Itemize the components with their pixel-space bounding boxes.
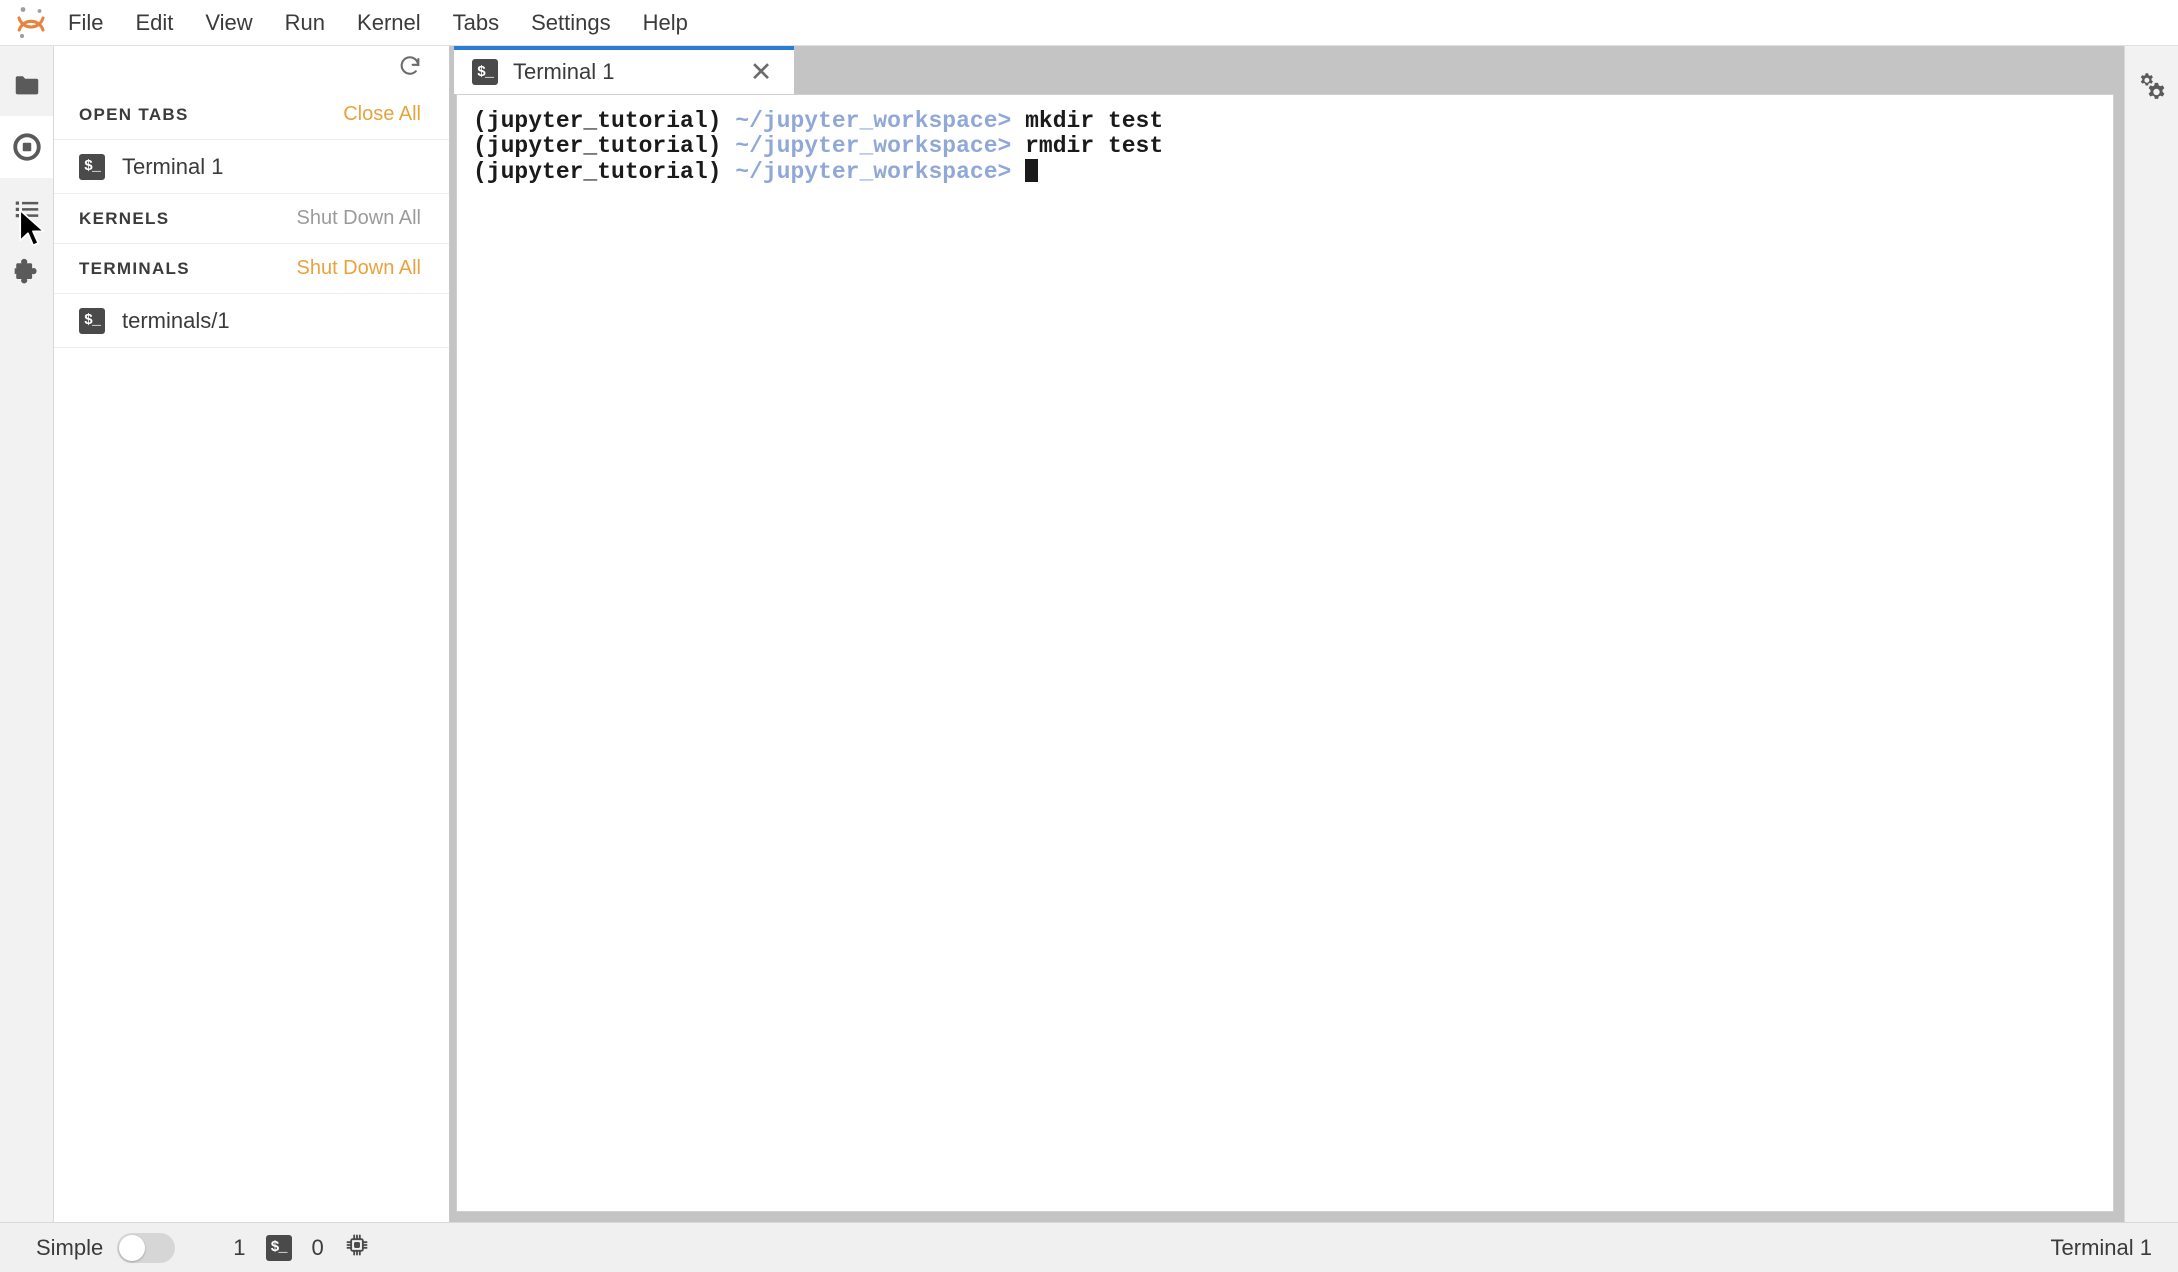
tab-label: Terminal 1 — [513, 59, 614, 85]
close-icon[interactable]: ✕ — [744, 55, 778, 89]
gears-icon — [2136, 69, 2168, 101]
menu-item-tabs[interactable]: Tabs — [437, 6, 515, 40]
section-title-kernels: Kernels — [79, 209, 169, 229]
running-sessions-panel: Open Tabs Close All $_ Terminal 1 Kernel… — [54, 46, 450, 1222]
list-item-label: Terminal 1 — [122, 154, 223, 180]
terminal-icon: $_ — [79, 308, 105, 334]
terminal-icon: $_ — [79, 154, 105, 180]
list-item[interactable]: $_ terminals/1 — [54, 294, 449, 348]
dock-area: $_ Terminal 1 ✕ (jupyter_tutorial) ~/jup… — [450, 46, 2124, 1222]
tab-terminal-1[interactable]: $_ Terminal 1 ✕ — [454, 46, 794, 94]
terminal-line: (jupyter_tutorial) ~/jupyter_workspace> — [473, 159, 2113, 185]
terminal-session-count: 1 — [233, 1235, 245, 1261]
simple-mode-label: Simple — [36, 1235, 103, 1261]
sidebar-item-running-sessions[interactable] — [0, 116, 53, 178]
kernel-session-count: 0 — [312, 1235, 324, 1261]
terminal-prompt-env: (jupyter_tutorial) — [473, 159, 721, 185]
terminal-icon: $_ — [472, 59, 498, 85]
menu-item-file[interactable]: File — [52, 6, 119, 40]
terminal-line: (jupyter_tutorial) ~/jupyter_workspace> … — [473, 134, 2113, 159]
sidepanel-empty-space — [54, 348, 449, 1222]
shut-down-all-terminals-button[interactable]: Shut Down All — [296, 257, 421, 280]
puzzle-piece-icon — [11, 256, 42, 287]
status-bar-right-label: Terminal 1 — [2051, 1235, 2152, 1261]
menu-item-settings[interactable]: Settings — [515, 6, 627, 40]
sidebar-item-extension-manager[interactable] — [0, 240, 53, 302]
terminal-screen[interactable]: (jupyter_tutorial) ~/jupyter_workspace> … — [457, 95, 2113, 1211]
sidebar-item-property-inspector[interactable] — [2125, 54, 2178, 116]
folder-icon — [12, 70, 42, 100]
list-item[interactable]: $_ Terminal 1 — [54, 140, 449, 194]
status-bar: Simple 1 $_ 0 Terminal 1 — [0, 1222, 2178, 1272]
list-icon — [12, 194, 42, 224]
section-header-kernels: Kernels Shut Down All — [54, 194, 449, 244]
simple-mode-toggle[interactable] — [117, 1233, 175, 1263]
toggle-knob — [119, 1235, 145, 1261]
list-item-label: terminals/1 — [122, 308, 230, 334]
refresh-button[interactable] — [393, 51, 427, 85]
menu-item-run[interactable]: Run — [269, 6, 341, 40]
jupyter-logo-icon — [10, 2, 52, 44]
close-all-button[interactable]: Close All — [343, 103, 421, 126]
status-kernel-icon-button[interactable] — [344, 1232, 370, 1263]
terminal-icon: $_ — [266, 1235, 292, 1261]
terminal-command: rmdir test — [1025, 133, 1163, 159]
refresh-icon — [397, 53, 423, 84]
section-title-terminals: Terminals — [79, 259, 190, 279]
terminal-cursor — [1025, 159, 1038, 182]
menu-item-kernel[interactable]: Kernel — [341, 6, 437, 40]
tab-bar: $_ Terminal 1 ✕ — [450, 46, 2124, 94]
section-title-open-tabs: Open Tabs — [79, 105, 189, 125]
terminal-prompt-path: ~/jupyter_workspace> — [735, 159, 1011, 185]
terminal-prompt-env: (jupyter_tutorial) — [473, 133, 721, 159]
menu-item-edit[interactable]: Edit — [119, 6, 189, 40]
sidepanel-toolbar — [54, 46, 449, 90]
terminal-line: (jupyter_tutorial) ~/jupyter_workspace> … — [473, 109, 2113, 134]
terminal-panel: (jupyter_tutorial) ~/jupyter_workspace> … — [456, 94, 2114, 1212]
section-header-terminals: Terminals Shut Down All — [54, 244, 449, 294]
jupyterlab-window: File Edit View Run Kernel Tabs Settings … — [0, 0, 2178, 1272]
shut-down-all-kernels-button[interactable]: Shut Down All — [296, 207, 421, 230]
main-body: Open Tabs Close All $_ Terminal 1 Kernel… — [0, 46, 2178, 1222]
terminal-command: mkdir test — [1025, 108, 1163, 134]
running-sessions-icon — [12, 132, 42, 162]
status-bar-left: Simple 1 $_ 0 — [36, 1232, 374, 1263]
cpu-chip-icon — [344, 1232, 370, 1263]
section-header-open-tabs: Open Tabs Close All — [54, 90, 449, 140]
sidebar-item-table-of-contents[interactable] — [0, 178, 53, 240]
terminal-prompt-path: ~/jupyter_workspace> — [735, 108, 1011, 134]
right-activity-bar — [2124, 46, 2178, 1222]
left-activity-bar — [0, 46, 54, 1222]
terminal-prompt-env: (jupyter_tutorial) — [473, 108, 721, 134]
terminal-prompt-path: ~/jupyter_workspace> — [735, 133, 1011, 159]
menu-item-help[interactable]: Help — [627, 6, 704, 40]
menu-item-view[interactable]: View — [189, 6, 268, 40]
sidebar-item-file-browser[interactable] — [0, 54, 53, 116]
menu-bar: File Edit View Run Kernel Tabs Settings … — [0, 0, 2178, 46]
status-terminal-icon-button[interactable]: $_ — [266, 1235, 292, 1261]
